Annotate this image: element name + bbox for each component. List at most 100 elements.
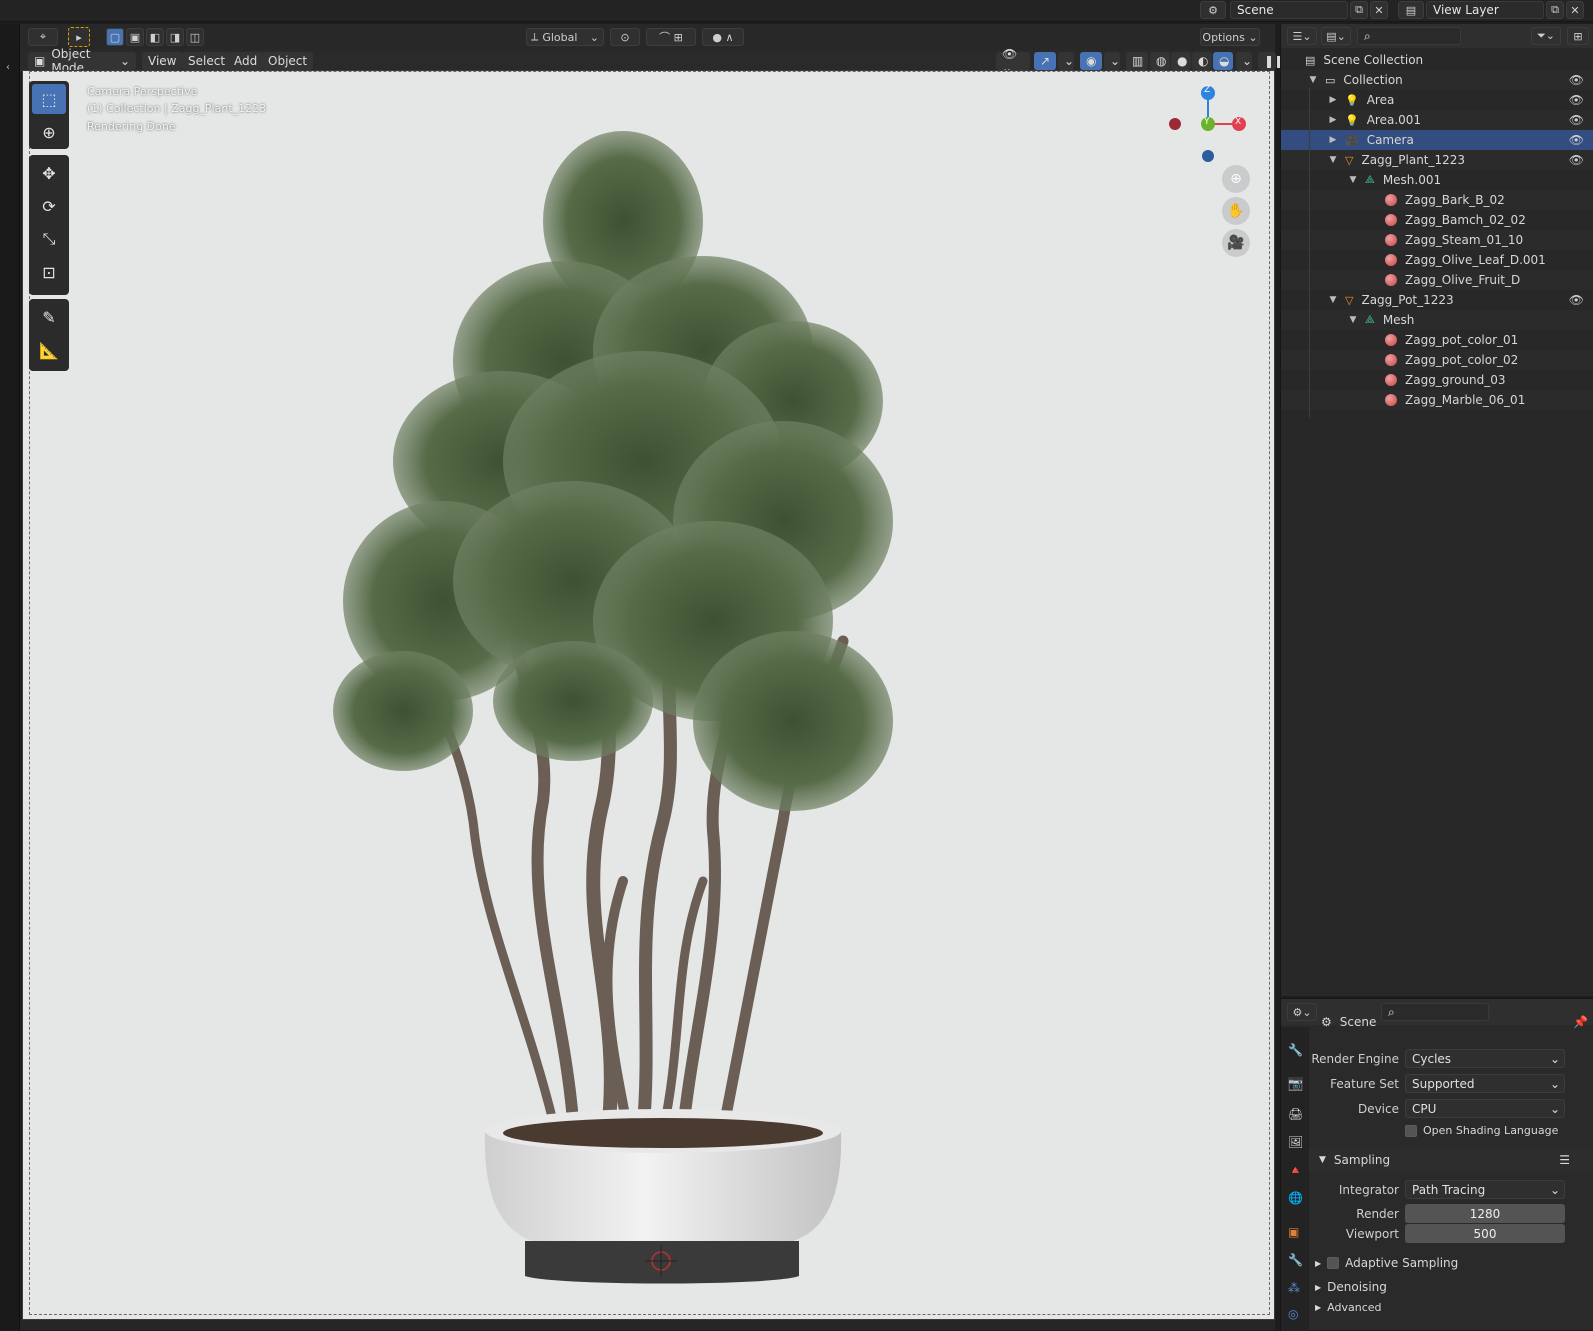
expand-down-icon[interactable]: ▼ <box>1327 295 1339 305</box>
select-new-icon[interactable]: ▢ <box>106 28 124 46</box>
scale-icon[interactable]: ⤡ <box>32 224 66 254</box>
visibility-eye-icon[interactable]: 👁 <box>1569 153 1584 167</box>
menu-add[interactable]: Add <box>228 52 264 70</box>
display-mode-icon[interactable]: ▤⌄ <box>1321 27 1351 45</box>
xray-toggle-icon[interactable]: ▥ <box>1126 52 1148 70</box>
expand-right-icon[interactable]: ▶ <box>1327 135 1339 145</box>
particles-tab-icon[interactable]: ⁂ <box>1288 1281 1300 1295</box>
navigation-gizmo[interactable]: Z Y X <box>1163 81 1253 171</box>
sampling-panel-header[interactable]: ▼ Sampling ☰ <box>1309 1147 1593 1173</box>
output-tab-icon[interactable]: 🖨 <box>1288 1107 1303 1121</box>
outliner-row[interactable]: Zagg_Olive_Fruit_D <box>1281 270 1593 290</box>
outliner-row[interactable]: Zagg_pot_color_02 <box>1281 350 1593 370</box>
visibility-eye-icon[interactable]: 👁 <box>1569 113 1584 127</box>
camera-view-icon[interactable]: 🎥 <box>1222 229 1250 257</box>
pan-hand-icon[interactable]: ✋ <box>1222 197 1250 225</box>
outliner-row[interactable]: ▼ ▽ Zagg_Plant_1223 👁 <box>1281 150 1593 170</box>
denoising-subpanel[interactable]: ▶ Denoising <box>1315 1280 1387 1294</box>
proportional-editing-icon[interactable]: ● ∧ <box>702 28 744 46</box>
solid-shading-icon[interactable]: ● <box>1171 52 1191 70</box>
pin-icon[interactable]: 📌 <box>1573 1015 1588 1029</box>
3d-viewport[interactable]: Camera Perspective (1) Collection | Zagg… <box>22 70 1275 1320</box>
measure-icon[interactable]: 📐 <box>32 335 66 365</box>
select-subtract-icon[interactable]: ◧ <box>146 28 164 46</box>
annotate-icon[interactable]: ✎ <box>32 302 66 332</box>
outliner-row[interactable]: Zagg_Bamch_02_02 <box>1281 210 1593 230</box>
osl-checkbox[interactable] <box>1405 1124 1417 1137</box>
scene-tab-icon[interactable]: 🔺 <box>1288 1163 1303 1177</box>
object-tab-icon[interactable]: ▣ <box>1288 1225 1299 1239</box>
chevron-down-icon[interactable]: ⌄ <box>1058 52 1074 70</box>
transform-icon[interactable]: ⊡ <box>32 257 66 287</box>
properties-editor-type-icon[interactable]: ⚙⌄ <box>1287 1003 1317 1021</box>
visibility-icon[interactable]: 👁⌄ <box>996 47 1030 75</box>
editor-type-icon[interactable]: ⌖ <box>28 28 58 46</box>
cursor-icon[interactable]: ⊕ <box>32 117 66 147</box>
visibility-eye-icon[interactable]: 👁 <box>1569 93 1584 107</box>
outliner-row[interactable]: Zagg_Olive_Leaf_D.001 <box>1281 250 1593 270</box>
render-engine-dropdown[interactable]: Cycles ⌄ <box>1405 1049 1565 1068</box>
select-invert-icon[interactable]: ◨ <box>166 28 184 46</box>
expand-down-icon[interactable]: ▼ <box>1327 155 1339 165</box>
outliner-row[interactable]: Zagg_Bark_B_02 <box>1281 190 1593 210</box>
modifier-tab-icon[interactable]: 🔧 <box>1288 1253 1303 1267</box>
integrator-dropdown[interactable]: Path Tracing ⌄ <box>1405 1180 1565 1199</box>
filter-icon[interactable]: ⏷⌄ <box>1531 27 1561 45</box>
chevron-down-icon[interactable]: ⌄ <box>1236 52 1252 70</box>
new-collection-icon[interactable]: ⊞ <box>1567 27 1589 45</box>
pivot-point-icon[interactable]: ⊙ <box>610 28 640 46</box>
delete-scene-icon[interactable]: ✕ <box>1370 1 1388 19</box>
outliner-row[interactable]: ▶ 💡 Area 👁 <box>1281 90 1593 110</box>
outliner-row[interactable]: ▼ ▽ Zagg_Pot_1223 👁 <box>1281 290 1593 310</box>
select-intersect-icon[interactable]: ◫ <box>186 28 204 46</box>
device-dropdown[interactable]: CPU ⌄ <box>1405 1099 1565 1118</box>
expand-right-icon[interactable]: ▶ <box>1327 115 1339 125</box>
zoom-icon[interactable]: ⊕ <box>1222 165 1250 193</box>
object-mode-dropdown[interactable]: ▣ Object Mode ⌄ <box>28 47 136 75</box>
transform-orientation-dropdown[interactable]: ⟂ Global ⌄ <box>526 28 604 46</box>
properties-search-input[interactable]: ⌕ <box>1381 1003 1489 1021</box>
outliner-editor-type-icon[interactable]: ☰⌄ <box>1287 27 1317 45</box>
select-extend-icon[interactable]: ▣ <box>126 28 144 46</box>
wireframe-shading-icon[interactable]: ◍ <box>1150 52 1170 70</box>
outliner-row[interactable]: Zagg_Steam_01_10 <box>1281 230 1593 250</box>
expand-down-icon[interactable]: ▼ <box>1307 75 1319 85</box>
visibility-eye-icon[interactable]: 👁 <box>1569 73 1584 87</box>
select-tool-icon[interactable]: ▸ <box>68 27 90 47</box>
menu-select[interactable]: Select <box>182 52 232 70</box>
delete-view-layer-icon[interactable]: ✕ <box>1566 1 1584 19</box>
tool-tab-icon[interactable]: 🔧 <box>1288 1043 1303 1057</box>
new-view-layer-icon[interactable]: ⧉ <box>1546 1 1564 19</box>
menu-view[interactable]: View <box>142 52 183 70</box>
new-scene-icon[interactable]: ⧉ <box>1350 1 1368 19</box>
visibility-eye-icon[interactable]: 👁 <box>1569 293 1584 307</box>
menu-object[interactable]: Object <box>262 52 314 70</box>
world-tab-icon[interactable]: 🌐 <box>1288 1191 1303 1205</box>
chevron-down-icon[interactable]: ⌄ <box>1104 52 1120 70</box>
rotate-icon[interactable]: ⟳ <box>32 191 66 221</box>
presets-list-icon[interactable]: ☰ <box>1559 1153 1570 1167</box>
select-box-icon[interactable]: ⬚ <box>32 84 66 114</box>
collapse-arrow-icon[interactable]: ‹ <box>6 62 10 73</box>
snap-icon[interactable]: ⌒ ⊞ <box>646 28 696 46</box>
options-dropdown[interactable]: Options ⌄ <box>1200 28 1260 46</box>
outliner-row[interactable]: ▼ ⟁ Mesh <box>1281 310 1593 330</box>
outliner-search-input[interactable]: ⌕ <box>1357 27 1461 45</box>
expand-down-icon[interactable]: ▼ <box>1347 315 1359 325</box>
outliner-row[interactable]: ▶ 🎥 Camera 👁 <box>1281 130 1593 150</box>
view-layer-icon[interactable]: ▤ <box>1398 1 1424 19</box>
gizmo-toggle-icon[interactable]: ↗ <box>1034 52 1056 70</box>
outliner-row[interactable]: ▤ Scene Collection <box>1281 50 1593 70</box>
move-icon[interactable]: ✥ <box>32 158 66 188</box>
scene-selector-icon[interactable]: ⚙ <box>1200 1 1226 19</box>
outliner-row[interactable]: ▼ ⟁ Mesh.001 <box>1281 170 1593 190</box>
expand-down-icon[interactable]: ▼ <box>1347 175 1359 185</box>
outliner-row[interactable]: Zagg_ground_03 <box>1281 370 1593 390</box>
scene-name-field[interactable]: Scene <box>1230 1 1348 19</box>
view-layer-field[interactable]: View Layer <box>1426 1 1544 19</box>
outliner-row[interactable]: Zagg_pot_color_01 <box>1281 330 1593 350</box>
physics-tab-icon[interactable]: ◎ <box>1288 1307 1298 1321</box>
render-samples-field[interactable]: 1280 <box>1405 1204 1565 1223</box>
overlays-toggle-icon[interactable]: ◉ <box>1080 52 1102 70</box>
outliner-row[interactable]: Zagg_Marble_06_01 <box>1281 390 1593 410</box>
